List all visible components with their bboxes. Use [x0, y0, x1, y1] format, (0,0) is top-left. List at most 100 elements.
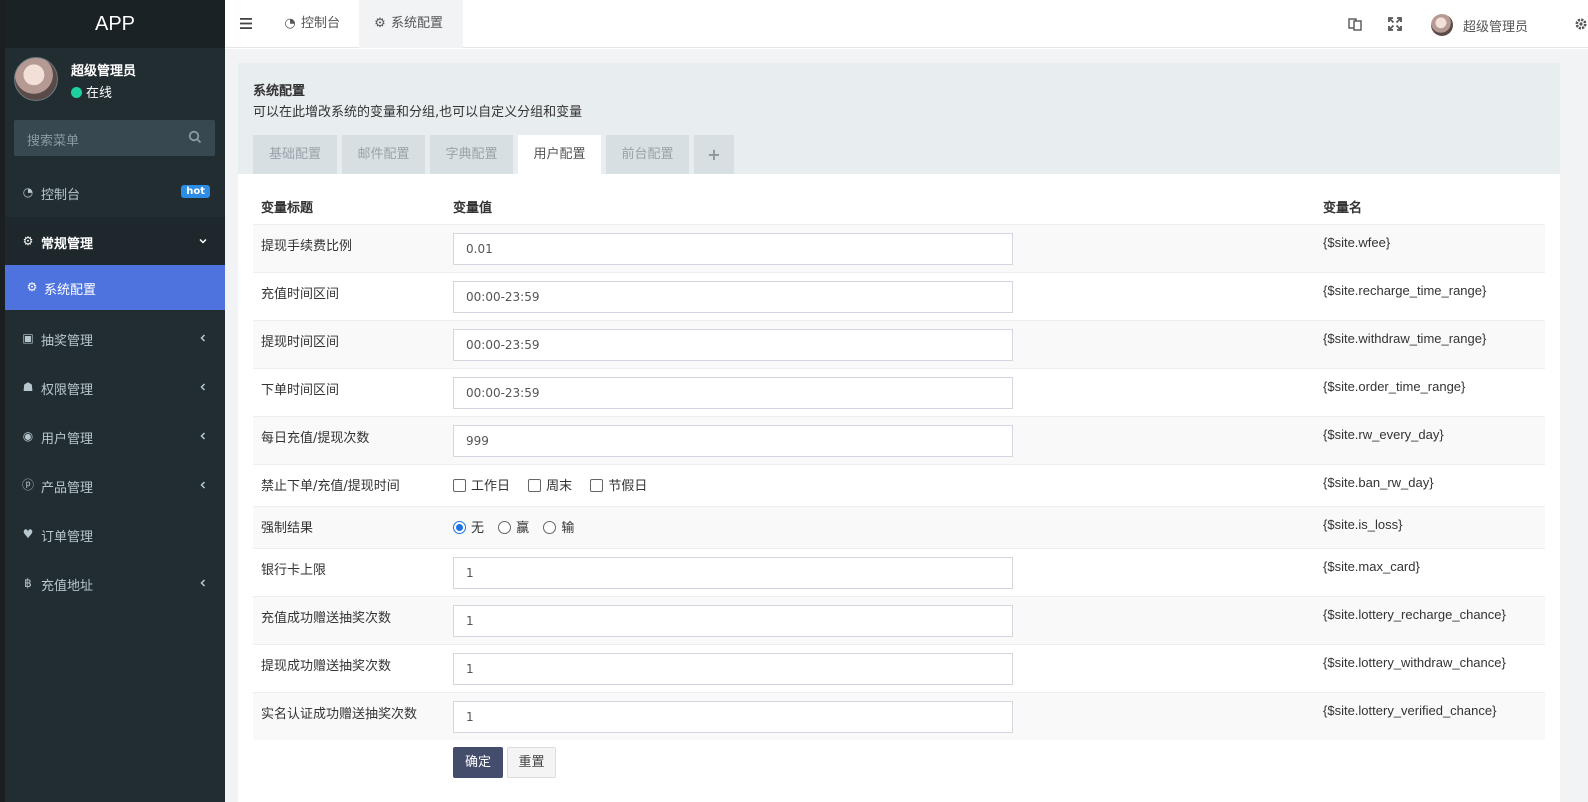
row-title: 提现时间区间: [253, 319, 445, 368]
checkbox-option[interactable]: 周末: [528, 478, 573, 494]
dashboard-icon: ◔: [22, 185, 34, 199]
hot-badge: hot: [181, 185, 210, 198]
radio-label: 赢: [516, 520, 530, 536]
sidebar-item-sysconfig[interactable]: ⚙ 系统配置: [5, 265, 225, 310]
sidebar-item-label: 充值地址: [41, 579, 94, 594]
checkbox[interactable]: [453, 478, 466, 492]
value-input[interactable]: 00:00-23:59: [453, 376, 1013, 409]
table-row: 充值时间区间 00:00-23:59 {$site.recharge_time_…: [253, 271, 1545, 320]
sidebar-item-label: 常规管理: [41, 237, 94, 252]
chevron-left-icon: [200, 481, 206, 489]
variable-name: {$site.lottery_withdraw_chance}: [1315, 643, 1545, 692]
table-row: 银行卡上限 1 {$site.max_card}: [253, 547, 1545, 596]
variable-name: {$site.rw_every_day}: [1315, 415, 1545, 464]
row-title: 银行卡上限: [253, 547, 445, 596]
checkbox-label: 工作日: [471, 478, 511, 494]
avatar[interactable]: [1431, 14, 1453, 36]
table-row: 充值成功赠送抽奖次数 1 {$site.lottery_recharge_cha…: [253, 595, 1545, 644]
row-title: 提现手续费比例: [253, 223, 445, 272]
radio-option[interactable]: 无: [453, 520, 485, 536]
row-title: 充值时间区间: [253, 271, 445, 320]
checkbox-option[interactable]: 工作日: [453, 478, 511, 494]
tab-label: 系统配置: [391, 16, 444, 31]
tab-sysconfig[interactable]: ⚙ 系统配置: [359, 0, 463, 48]
checkbox[interactable]: [528, 478, 542, 492]
fullscreen-icon[interactable]: [1388, 17, 1402, 31]
user-name: 超级管理员: [71, 64, 137, 79]
sidebar-item-recharge[interactable]: ฿ 充值地址: [5, 559, 225, 608]
radio-group: 无 赢 输: [453, 513, 1307, 545]
value-input[interactable]: 999: [453, 424, 1013, 457]
config-table: 变量标题 变量值 变量名 提现手续费比例 0.01 {$site.wfee} 充…: [253, 190, 1545, 740]
table-row: 下单时间区间 00:00-23:59 {$site.order_time_ran…: [253, 367, 1545, 416]
radio-option[interactable]: 输: [543, 520, 575, 536]
radio-option[interactable]: 赢: [498, 520, 530, 536]
radio-button[interactable]: [498, 520, 512, 534]
column-header-value: 变量值: [445, 190, 1315, 225]
settings-gear-icon[interactable]: [1574, 17, 1588, 31]
sidebar-item-permission[interactable]: ☗ 权限管理: [5, 363, 225, 412]
online-dot-icon: [71, 87, 82, 98]
user-menu-name[interactable]: 超级管理员: [1463, 16, 1528, 35]
dashboard-icon: ◔: [284, 16, 296, 31]
tab-basic[interactable]: 基础配置: [253, 135, 337, 174]
checkbox-option[interactable]: 节假日: [590, 478, 648, 494]
top-navbar: ◔ 控制台 ⚙ 系统配置 超级管理员: [225, 0, 1588, 48]
variable-name: {$site.ban_rw_day}: [1315, 463, 1545, 506]
value-input[interactable]: 1: [453, 604, 1013, 637]
variable-name: {$site.is_loss}: [1315, 505, 1545, 548]
checkbox-group: 工作日 周末 节假日: [453, 471, 1307, 503]
add-group-button[interactable]: +: [694, 135, 734, 174]
sidebar-item-label: 控制台: [41, 188, 81, 203]
tab-email[interactable]: 邮件配置: [342, 135, 425, 174]
app-logo[interactable]: APP: [5, 0, 225, 48]
value-input[interactable]: 1: [453, 652, 1013, 685]
table-row: 提现手续费比例 0.01 {$site.wfee}: [253, 223, 1545, 272]
chevron-left-icon: [200, 579, 206, 587]
variable-name: {$site.wfee}: [1315, 223, 1545, 272]
row-title: 提现成功赠送抽奖次数: [253, 643, 445, 692]
checkbox-label: 周末: [546, 478, 573, 494]
radio-button-selected[interactable]: [453, 520, 466, 534]
sidebar-item-lottery[interactable]: ▣ 抽奖管理: [5, 314, 225, 363]
column-header-name: 变量名: [1315, 190, 1545, 225]
sidebar-item-products[interactable]: ⓟ 产品管理: [5, 461, 225, 510]
reset-button[interactable]: 重置: [507, 747, 556, 778]
variable-name: {$site.lottery_verified_chance}: [1315, 691, 1545, 740]
radio-label: 无: [471, 520, 485, 536]
translate-icon[interactable]: [1348, 17, 1362, 31]
sidebar-menu: ◔ 控制台 hot ⚙ 常规管理 ⚙ 系统配置 ▣ 抽奖管理 ☗ 权限管理 ◉ …: [5, 168, 225, 608]
tab-dictionary[interactable]: 字典配置: [430, 135, 513, 174]
value-input[interactable]: 1: [453, 700, 1013, 733]
radio-button[interactable]: [543, 520, 557, 534]
sidebar-item-label: 系统配置: [44, 283, 97, 298]
checkbox[interactable]: [590, 478, 604, 492]
tab-user-config[interactable]: 用户配置: [518, 135, 601, 174]
table-row: 提现成功赠送抽奖次数 1 {$site.lottery_withdraw_cha…: [253, 643, 1545, 692]
value-input[interactable]: 00:00-23:59: [453, 280, 1013, 313]
tab-dashboard[interactable]: ◔ 控制台: [271, 0, 359, 48]
row-title: 下单时间区间: [253, 367, 445, 416]
value-input[interactable]: 00:00-23:59: [453, 328, 1013, 361]
checkbox-label: 节假日: [608, 478, 648, 494]
sidebar-item-dashboard[interactable]: ◔ 控制台 hot: [5, 168, 225, 217]
menu-toggle-icon[interactable]: [240, 18, 252, 29]
sidebar-item-general[interactable]: ⚙ 常规管理: [5, 217, 225, 265]
submit-button[interactable]: 确定: [453, 747, 503, 778]
chevron-left-icon: [200, 334, 206, 342]
user-status-label: 在线: [86, 86, 113, 101]
value-input[interactable]: 1: [453, 556, 1013, 589]
sidebar-item-orders[interactable]: ♥ 订单管理: [5, 510, 225, 559]
row-title: 每日充值/提现次数: [253, 415, 445, 464]
radio-label: 输: [561, 520, 575, 536]
variable-name: {$site.order_time_range}: [1315, 367, 1545, 416]
value-input[interactable]: 0.01: [453, 232, 1013, 265]
search-icon[interactable]: [188, 130, 202, 144]
tab-frontend[interactable]: 前台配置: [606, 135, 689, 174]
user-panel: 超级管理员 在线: [5, 48, 225, 110]
menu-search[interactable]: 搜索菜单: [14, 120, 215, 156]
user-status: 在线: [71, 82, 112, 101]
sidebar-item-label: 权限管理: [41, 383, 94, 398]
sidebar-item-users[interactable]: ◉ 用户管理: [5, 412, 225, 461]
sidebar-item-label: 产品管理: [41, 481, 94, 496]
